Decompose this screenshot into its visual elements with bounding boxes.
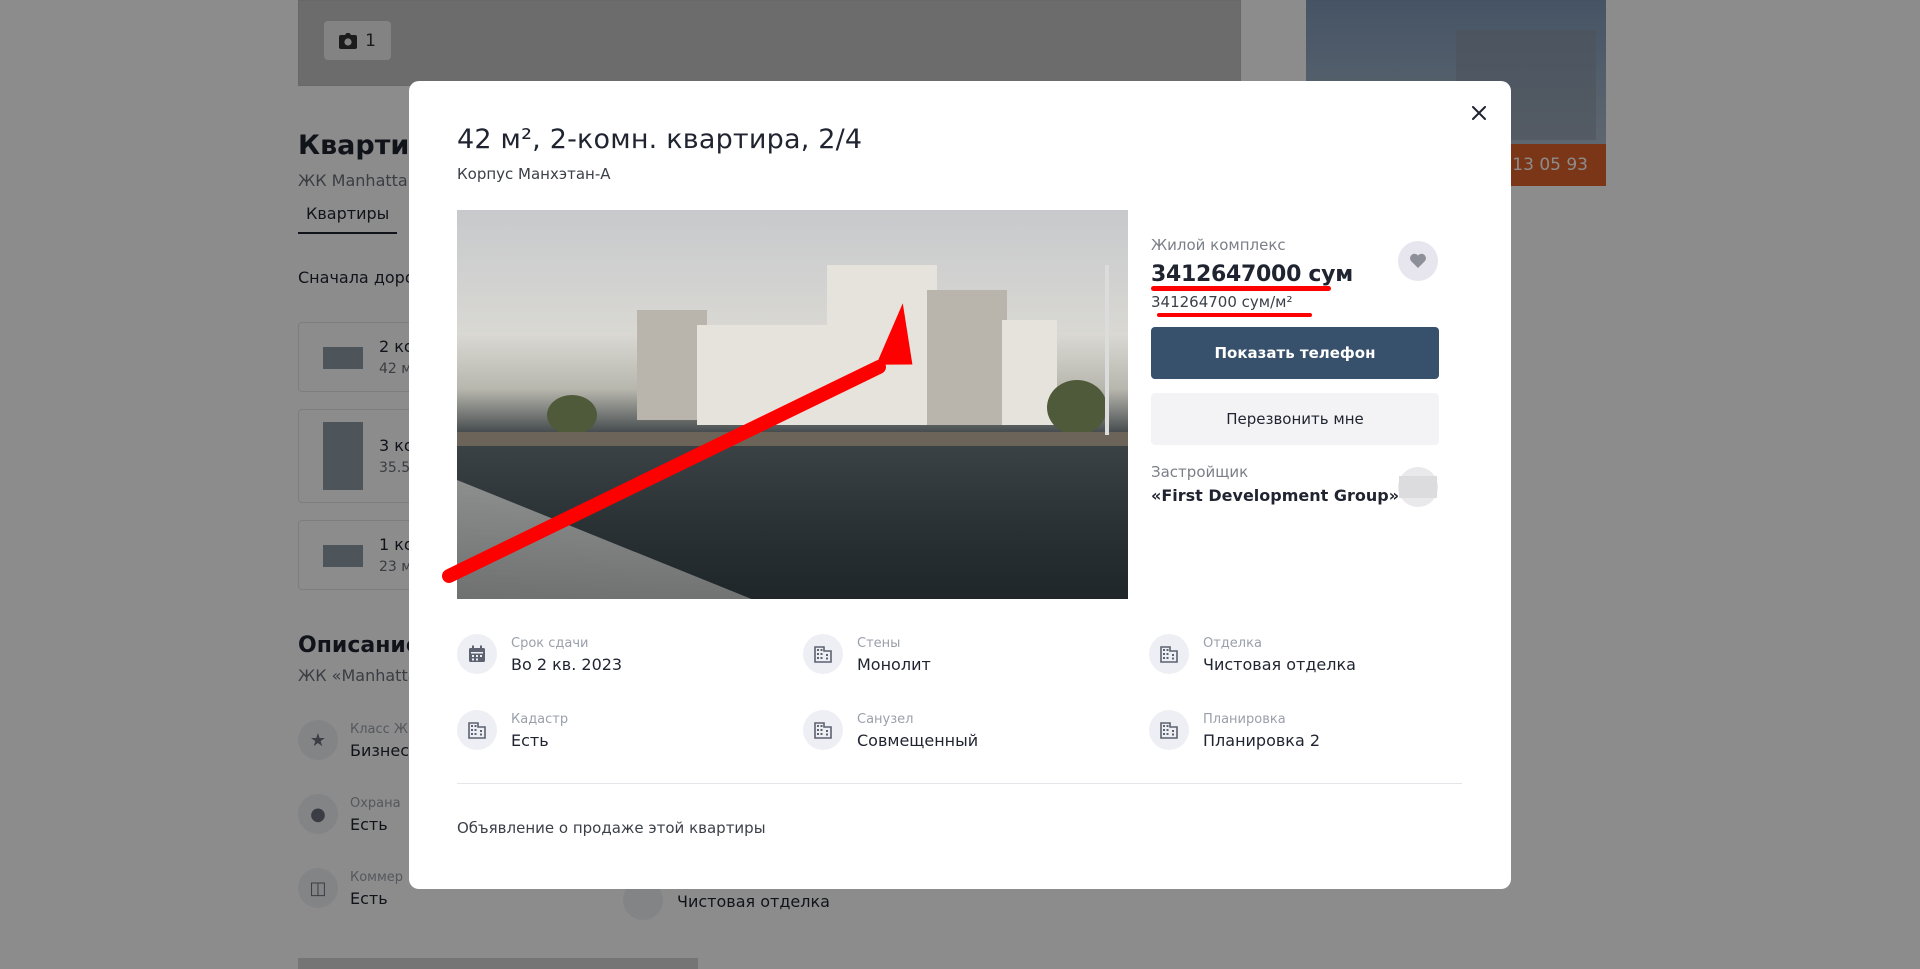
building-icon	[1149, 710, 1189, 750]
price-annotation-underline	[1151, 286, 1331, 291]
feature-item: Санузел Совмещенный	[803, 710, 978, 750]
feature-value: Чистовая отделка	[1203, 655, 1356, 674]
bench-shape	[457, 480, 757, 599]
close-icon	[1472, 106, 1486, 120]
feature-value: Совмещенный	[857, 731, 979, 750]
ad-description: Объявление о продаже этой квартиры	[457, 819, 766, 837]
apartment-modal: 42 м², 2-комн. квартира, 2/4 Корпус Манх…	[409, 81, 1511, 889]
price-per-m2: 341264700 сум/м²	[1151, 293, 1293, 311]
feature-value: Есть	[511, 731, 549, 750]
modal-title: 42 м², 2-комн. квартира, 2/4	[457, 124, 863, 155]
feature-item: Кадастр Есть	[457, 710, 568, 750]
feature-label: Срок сдачи	[511, 636, 589, 651]
feature-label: Санузел	[857, 712, 914, 727]
lamp-post	[1105, 265, 1109, 435]
building-icon	[1149, 634, 1189, 674]
building-icon	[457, 710, 497, 750]
favorite-button[interactable]	[1398, 241, 1438, 281]
feature-item: Срок сдачи Во 2 кв. 2023	[457, 634, 622, 674]
callback-button[interactable]: Перезвонить мне	[1151, 393, 1439, 445]
feature-item: Стены Монолит	[803, 634, 931, 674]
feature-label: Планировка	[1203, 712, 1286, 727]
tree-shape	[1047, 380, 1107, 435]
calendar-icon	[457, 634, 497, 674]
feature-label: Стены	[857, 636, 901, 651]
tree-shape	[547, 395, 597, 435]
feature-value: Монолит	[857, 655, 931, 674]
building-shape	[927, 290, 1007, 425]
feature-value: Во 2 кв. 2023	[511, 655, 623, 674]
close-button[interactable]	[1465, 99, 1493, 127]
building-name: Корпус Манхэтан-А	[457, 165, 611, 183]
building-icon	[803, 634, 843, 674]
developer-logo-image	[1399, 476, 1437, 498]
developer-name[interactable]: «First Development Group»	[1151, 486, 1399, 505]
building-shape	[827, 265, 937, 425]
feature-item: Отделка Чистовая отделка	[1149, 634, 1356, 674]
embankment	[457, 432, 1128, 446]
apartment-photo[interactable]	[457, 210, 1128, 599]
price: 3412647000 сум	[1151, 262, 1353, 287]
complex-label: Жилой комплекс	[1151, 236, 1286, 254]
show-phone-button[interactable]: Показать телефон	[1151, 327, 1439, 379]
building-icon	[803, 710, 843, 750]
feature-label: Кадастр	[511, 712, 569, 727]
feature-item: Планировка Планировка 2	[1149, 710, 1320, 750]
developer-label: Застройщик	[1151, 463, 1249, 481]
developer-logo[interactable]	[1398, 467, 1438, 507]
price-per-m2-annotation-underline	[1157, 313, 1312, 317]
feature-label: Отделка	[1203, 636, 1262, 651]
feature-value: Планировка 2	[1203, 731, 1321, 750]
heart-icon	[1410, 253, 1426, 268]
divider	[457, 783, 1462, 784]
